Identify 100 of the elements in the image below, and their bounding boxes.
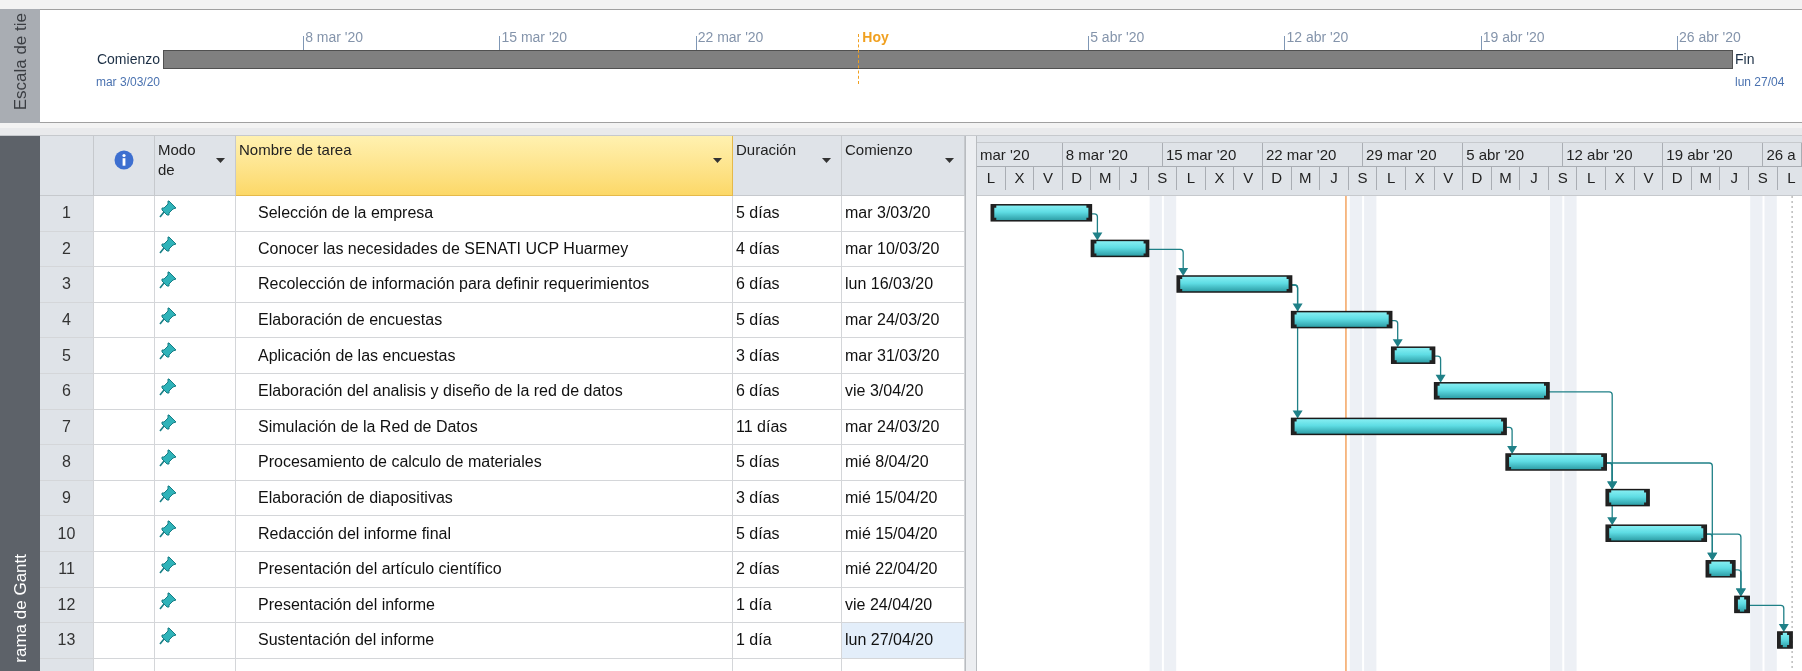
task-bar[interactable] (1090, 239, 1150, 258)
dependency-arrow (1748, 604, 1789, 632)
table-cell: Selección de la empresa (236, 196, 733, 232)
pushpin-icon (158, 412, 178, 433)
pushpin-icon (158, 305, 178, 326)
row-number[interactable]: 4 (40, 302, 94, 339)
column-header[interactable]: Modo de (155, 136, 236, 196)
row-number[interactable]: 9 (40, 480, 94, 517)
task-bar[interactable] (1390, 346, 1436, 364)
dependency-arrow (1433, 355, 1446, 383)
timescale-day: M (1691, 167, 1721, 190)
task-bar[interactable] (1290, 417, 1507, 436)
tick-mark (303, 36, 305, 50)
row-number[interactable]: 7 (40, 409, 94, 446)
timescale-day: S (1749, 167, 1778, 190)
pushpin-icon (158, 626, 178, 647)
timescale-day: S (1348, 167, 1378, 190)
row-number[interactable]: 11 (40, 551, 94, 588)
dropdown-caret-icon[interactable] (945, 158, 954, 164)
task-bar[interactable] (1433, 382, 1550, 400)
timescale-day: D (1663, 167, 1692, 190)
table-cell: Presentación del informe (236, 587, 733, 624)
view-bar-label: Escala de tie (11, 13, 29, 111)
table-cell: 1 día (733, 587, 842, 624)
timescale-day: V (1434, 167, 1464, 190)
timescale-week: 15 mar '20 (1162, 143, 1263, 166)
row-number[interactable]: 3 (40, 267, 94, 303)
column-header[interactable]: Comienzo (842, 136, 965, 196)
task-bar[interactable] (1176, 275, 1293, 293)
end-label: Fin (1735, 50, 1756, 68)
dropdown-caret-icon[interactable] (216, 158, 225, 164)
pushpin-icon (158, 483, 178, 504)
timescale-label: 19 abr '20 (1481, 28, 1545, 46)
timescale-day: V (1634, 167, 1664, 190)
row-number[interactable]: 6 (40, 373, 94, 410)
timescale-label: 5 abr '20 (1089, 28, 1145, 46)
dropdown-caret-icon[interactable] (713, 158, 722, 164)
timescale-day: J (1320, 167, 1349, 190)
timescale-week: 5 abr '20 (1463, 143, 1564, 166)
column-header[interactable] (94, 136, 155, 196)
timescale-day: X (1205, 167, 1235, 190)
timescale-day: S (1148, 167, 1178, 190)
timescale-week: mar '20 (977, 143, 1063, 166)
row-number[interactable]: 12 (40, 587, 94, 624)
table-cell: Redacción del informe final (236, 516, 733, 552)
timescale-day: V (1034, 167, 1063, 190)
row-number[interactable]: 2 (40, 231, 94, 268)
column-header[interactable]: Duración (733, 136, 842, 196)
pushpin-icon (158, 590, 178, 611)
row-number[interactable]: 8 (40, 445, 94, 481)
info-icon (114, 150, 134, 170)
table-cell: Sustentación del informe (236, 623, 733, 659)
dependency-arrow (1391, 319, 1403, 348)
timescale-day: L (1377, 167, 1406, 190)
timescale-week: 12 abr '20 (1563, 143, 1664, 166)
timescale-day: L (1177, 167, 1206, 190)
timescale-week: 8 mar '20 (1062, 143, 1163, 166)
table-cell: 3 días (733, 338, 842, 374)
table-cell: Elaboración de encuestas (236, 302, 733, 339)
timescale-day: D (1062, 167, 1092, 190)
timescale-day: X (1405, 167, 1435, 190)
timescale-day: J (1119, 167, 1149, 190)
row-number[interactable]: 10 (40, 516, 94, 552)
timescale-week: 26 a (1763, 143, 1802, 166)
table-cell[interactable]: lun 27/04/20 (842, 623, 965, 659)
end-date: lun 27/04 (1735, 74, 1785, 90)
pushpin-icon (158, 234, 178, 255)
tick-mark (1676, 36, 1678, 50)
timescale-day: X (1606, 167, 1635, 190)
timescale-day: J (1720, 167, 1750, 190)
table-cell: Aplicación de las encuestas (236, 338, 733, 374)
task-bar[interactable] (1777, 631, 1793, 649)
timescale-label: 8 mar '20 (304, 28, 364, 46)
timescale-day: L (977, 167, 1006, 190)
table-cell: 5 días (733, 302, 842, 339)
pushpin-icon (158, 448, 178, 469)
column-header[interactable]: Nombre de tarea (236, 136, 733, 196)
task-bar[interactable] (1705, 560, 1736, 578)
table-cell: Recolección de información para definir requerimientos (236, 267, 733, 303)
pushpin-icon (158, 519, 178, 540)
pushpin-icon (158, 341, 178, 362)
row-number[interactable]: 13 (40, 623, 94, 659)
start-date: mar 3/03/20 (95, 74, 160, 90)
pushpin-icon (158, 376, 178, 397)
row-number[interactable]: 1 (40, 196, 94, 232)
tick-mark (1088, 36, 1090, 50)
task-bar[interactable] (1290, 310, 1393, 329)
row-number[interactable]: 5 (40, 338, 94, 374)
timescale-day: S (1548, 167, 1578, 190)
timescale-day: M (1491, 167, 1521, 190)
timescale-day: M (1091, 167, 1120, 190)
task-bar[interactable] (1605, 524, 1708, 542)
dropdown-caret-icon[interactable] (822, 158, 831, 164)
table-cell: Simulación de la Red de Datos (236, 409, 733, 446)
task-bar[interactable] (990, 204, 1093, 222)
task-bar[interactable] (1505, 453, 1607, 471)
task-bar[interactable] (1605, 488, 1650, 507)
dependency-arrow (1505, 426, 1518, 454)
tick-mark (1284, 36, 1286, 50)
task-bar[interactable] (1734, 595, 1750, 614)
